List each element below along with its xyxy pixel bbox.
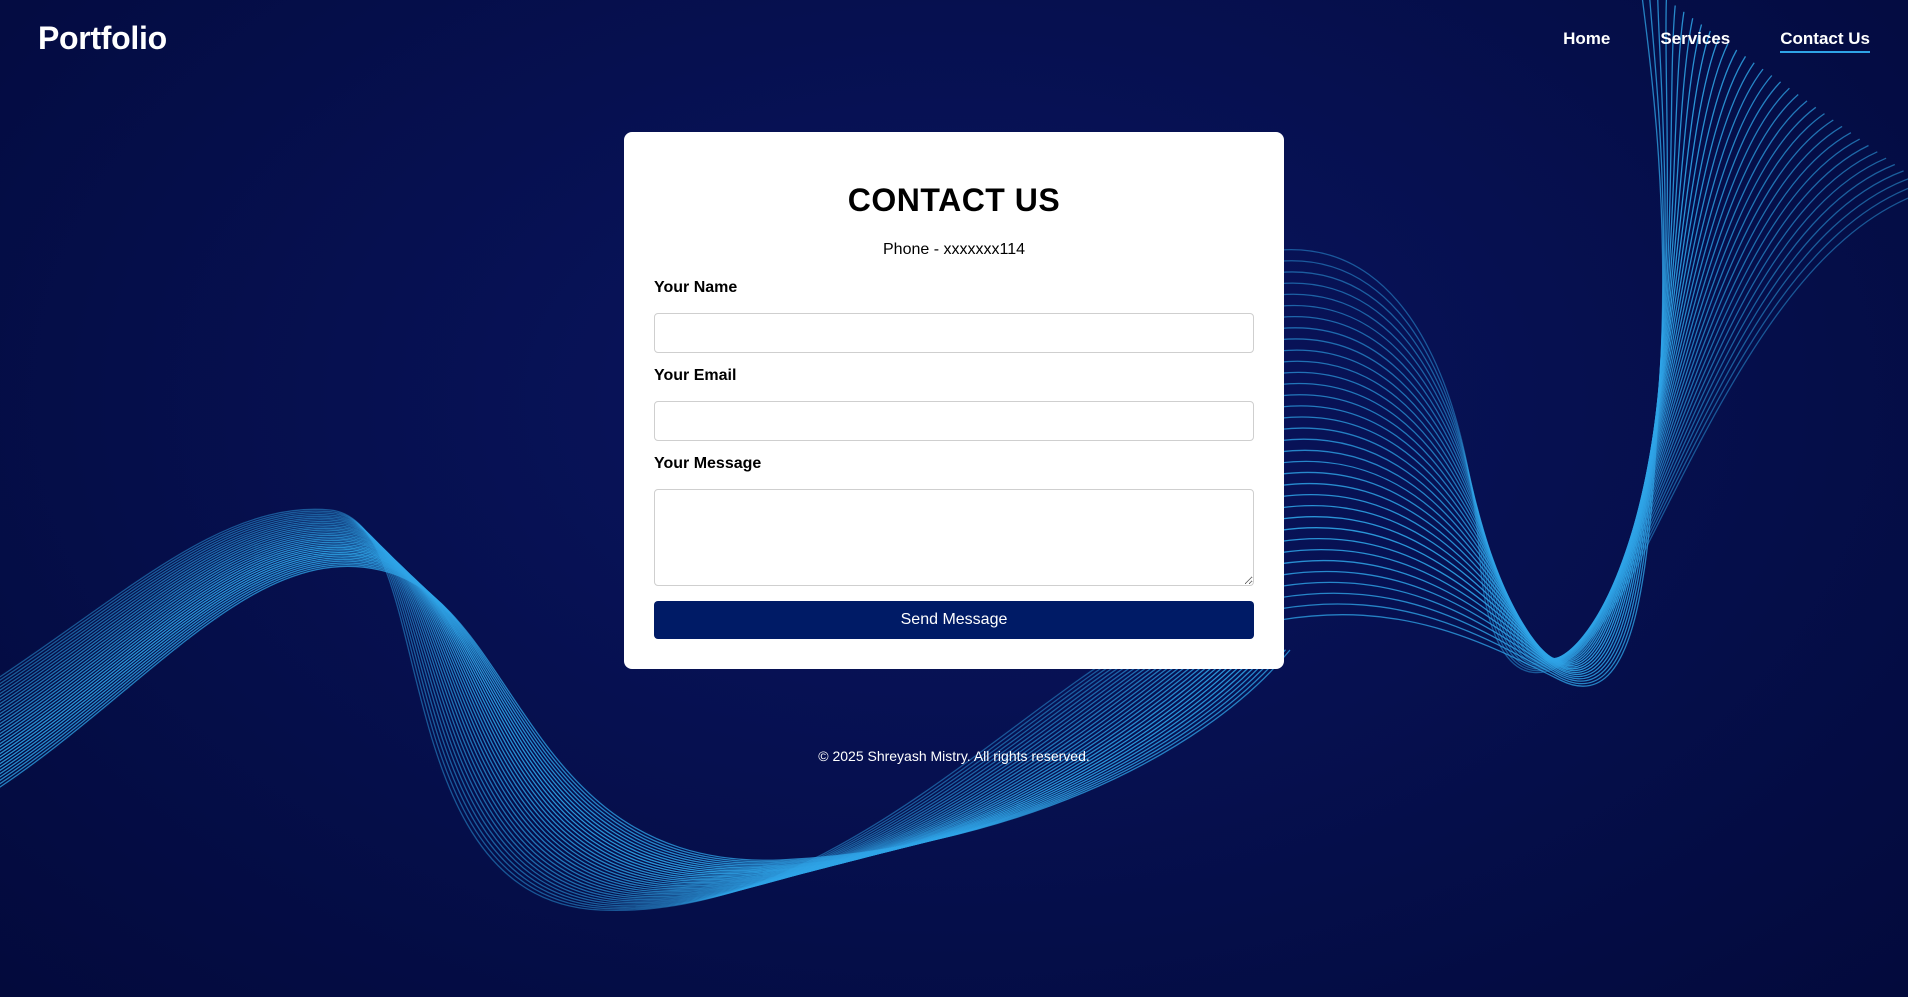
right-wave-lines — [1279, 0, 1908, 687]
send-message-button[interactable]: Send Message — [654, 601, 1254, 639]
wave-line — [1279, 163, 1896, 667]
name-label: Your Name — [654, 279, 738, 296]
wave-line — [1279, 30, 1711, 670]
email-input[interactable] — [654, 401, 1254, 441]
wave-line — [1279, 81, 1782, 661]
name-input[interactable] — [654, 313, 1254, 353]
wave-line — [1279, 170, 1904, 668]
wave-line — [1279, 24, 1703, 671]
contact-title: CONTACT US — [847, 182, 1061, 218]
wave-line — [1279, 197, 1908, 674]
wave-line — [1279, 75, 1773, 661]
phone-text: Phone - xxxxxxx114 — [883, 241, 1025, 258]
wave-line — [1279, 43, 1729, 667]
email-label: Your Email — [654, 367, 737, 384]
wave-line — [1279, 56, 1747, 664]
wave-line — [1279, 178, 1908, 670]
nav-links: Home Services Contact Us — [1563, 29, 1870, 53]
wave-line — [1279, 37, 1720, 668]
nav-home-link[interactable]: Home — [1563, 29, 1610, 53]
wave-line — [1279, 187, 1908, 672]
wave-line — [1279, 68, 1764, 662]
navbar: Portfolio Home Services Contact Us — [0, 0, 1908, 80]
wave-line — [1279, 125, 1843, 661]
wave-line — [1279, 100, 1808, 660]
wave-line — [1279, 94, 1799, 660]
wave-line — [1279, 0, 1666, 682]
footer-copyright: © 2025 Shreyash Mistry. All rights reser… — [818, 748, 1090, 764]
wave-line — [1279, 18, 1694, 673]
wave-line — [1279, 49, 1738, 665]
wave-line — [1279, 119, 1834, 660]
wave-line — [1279, 0, 1665, 685]
message-textarea[interactable] — [654, 489, 1254, 586]
wave-line — [1279, 138, 1860, 662]
wave-line — [1279, 5, 1676, 678]
nav-contact-link[interactable]: Contact Us — [1780, 29, 1870, 53]
wave-line — [1279, 87, 1790, 660]
wave-line — [1279, 151, 1878, 664]
contact-card: CONTACT US Phone - xxxxxxx114 Your Name … — [624, 132, 1284, 669]
nav-services-link[interactable]: Services — [1660, 29, 1730, 53]
message-label: Your Message — [654, 455, 762, 472]
wave-line — [1279, 132, 1852, 661]
wave-line — [1279, 144, 1869, 663]
wave-line — [1279, 62, 1755, 663]
wave-line — [1279, 0, 1664, 687]
wave-line — [1279, 106, 1817, 660]
wave-line — [1279, 11, 1685, 676]
wave-line — [1279, 157, 1887, 665]
wave-line — [1279, 113, 1825, 660]
brand-logo[interactable]: Portfolio — [38, 20, 167, 57]
wave-line — [1279, 0, 1669, 680]
